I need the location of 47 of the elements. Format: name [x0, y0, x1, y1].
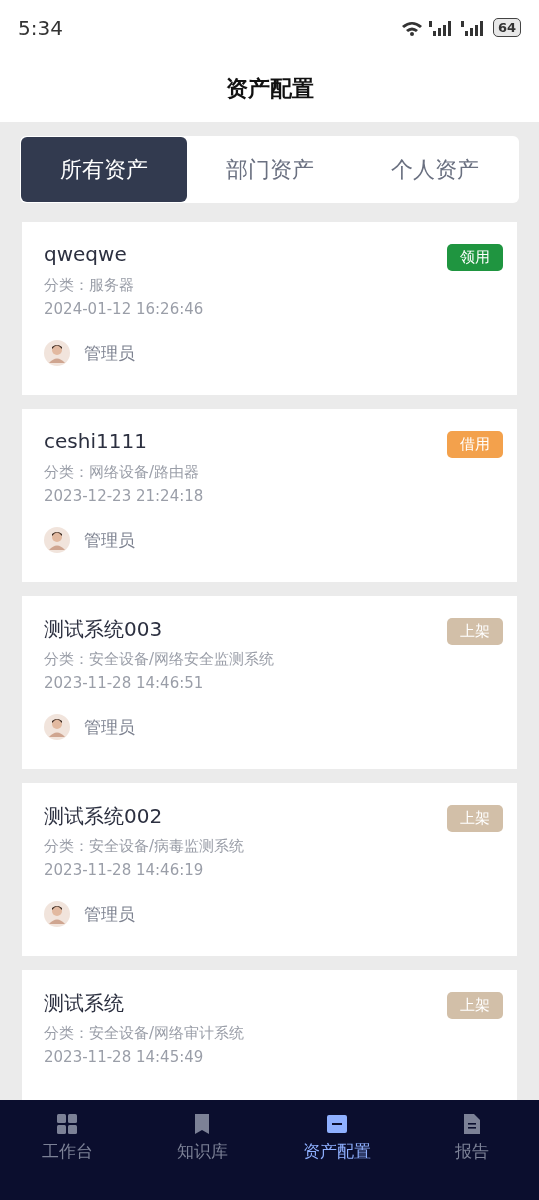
asset-time: 2023-11-28 14:46:51: [44, 674, 205, 692]
asset-name: ceshi1111: [44, 429, 147, 453]
nav-tab[interactable]: 知识库: [134, 1114, 270, 1200]
asset-name: qweqwe: [44, 242, 127, 266]
asset-card[interactable]: 测试系统 上架 分类：安全设备/网络审计系统 2023-11-28 14:45:49: [22, 970, 517, 1100]
avatar-icon: [44, 340, 70, 366]
avatar-icon: [44, 714, 70, 740]
tab[interactable]: 所有资产: [21, 137, 187, 202]
asset-time: 2023-12-23 21:24:18: [44, 487, 205, 505]
owner-name: 管理员: [84, 341, 135, 365]
owner-name: 管理员: [84, 528, 135, 552]
avatar-icon: [44, 901, 70, 927]
status-tag: 上架: [447, 805, 503, 832]
status-time: 5:34: [18, 15, 63, 40]
asset-card[interactable]: 测试系统003 上架 分类：安全设备/网络安全监测系统 2023-11-28 14:46:51 管理员: [22, 596, 517, 769]
status-tag: 上架: [447, 618, 503, 645]
nav-tab[interactable]: 工作台: [0, 1114, 135, 1200]
asset-time: 2023-11-28 14:46:19: [44, 861, 205, 879]
asset-name: 测试系统002: [44, 803, 163, 830]
owner-name: 管理员: [84, 902, 135, 926]
asset-card[interactable]: 测试系统002 上架 分类：安全设备/病毒监测系统 2023-11-28 14:46:19 管理员: [22, 783, 517, 956]
asset-card[interactable]: ceshi1111 借用 分类：网络设备/路由器 2023-12-23 21:24:18 管理员: [22, 409, 517, 582]
tab[interactable]: 个人资产: [352, 137, 518, 202]
document-icon: [461, 1114, 482, 1134]
nav-tab[interactable]: 资产配置: [269, 1114, 405, 1200]
status-tag: 上架: [447, 992, 503, 1019]
battery-level: 64: [497, 20, 516, 35]
grid-icon: [57, 1114, 78, 1134]
page-title: 资产配置: [225, 74, 314, 103]
minus-square-icon: [326, 1114, 347, 1134]
asset-name: 测试系统: [44, 990, 124, 1017]
asset-category: 分类：网络设备/路由器: [44, 463, 201, 482]
asset-name: 测试系统003: [44, 616, 163, 643]
asset-category: 分类：安全设备/网络安全监测系统: [44, 650, 276, 669]
asset-time: 2023-11-28 14:45:49: [44, 1048, 205, 1066]
asset-category: 分类：服务器: [44, 276, 135, 295]
nav-tab[interactable]: 报告: [404, 1114, 539, 1200]
asset-card[interactable]: qweqwe 领用 分类：服务器 2024-01-12 16:26:46 管理员: [22, 222, 517, 395]
status-tag: 借用: [447, 431, 503, 458]
status-tag: 领用: [447, 244, 503, 271]
avatar-icon: [44, 527, 70, 553]
wifi-icon: [400, 19, 423, 36]
tab[interactable]: 部门资产: [186, 137, 353, 202]
asset-category: 分类：安全设备/网络审计系统: [44, 1024, 246, 1043]
owner-name: 管理员: [84, 715, 135, 739]
asset-time: 2024-01-12 16:26:46: [44, 300, 205, 318]
asset-category: 分类：安全设备/病毒监测系统: [44, 837, 246, 856]
